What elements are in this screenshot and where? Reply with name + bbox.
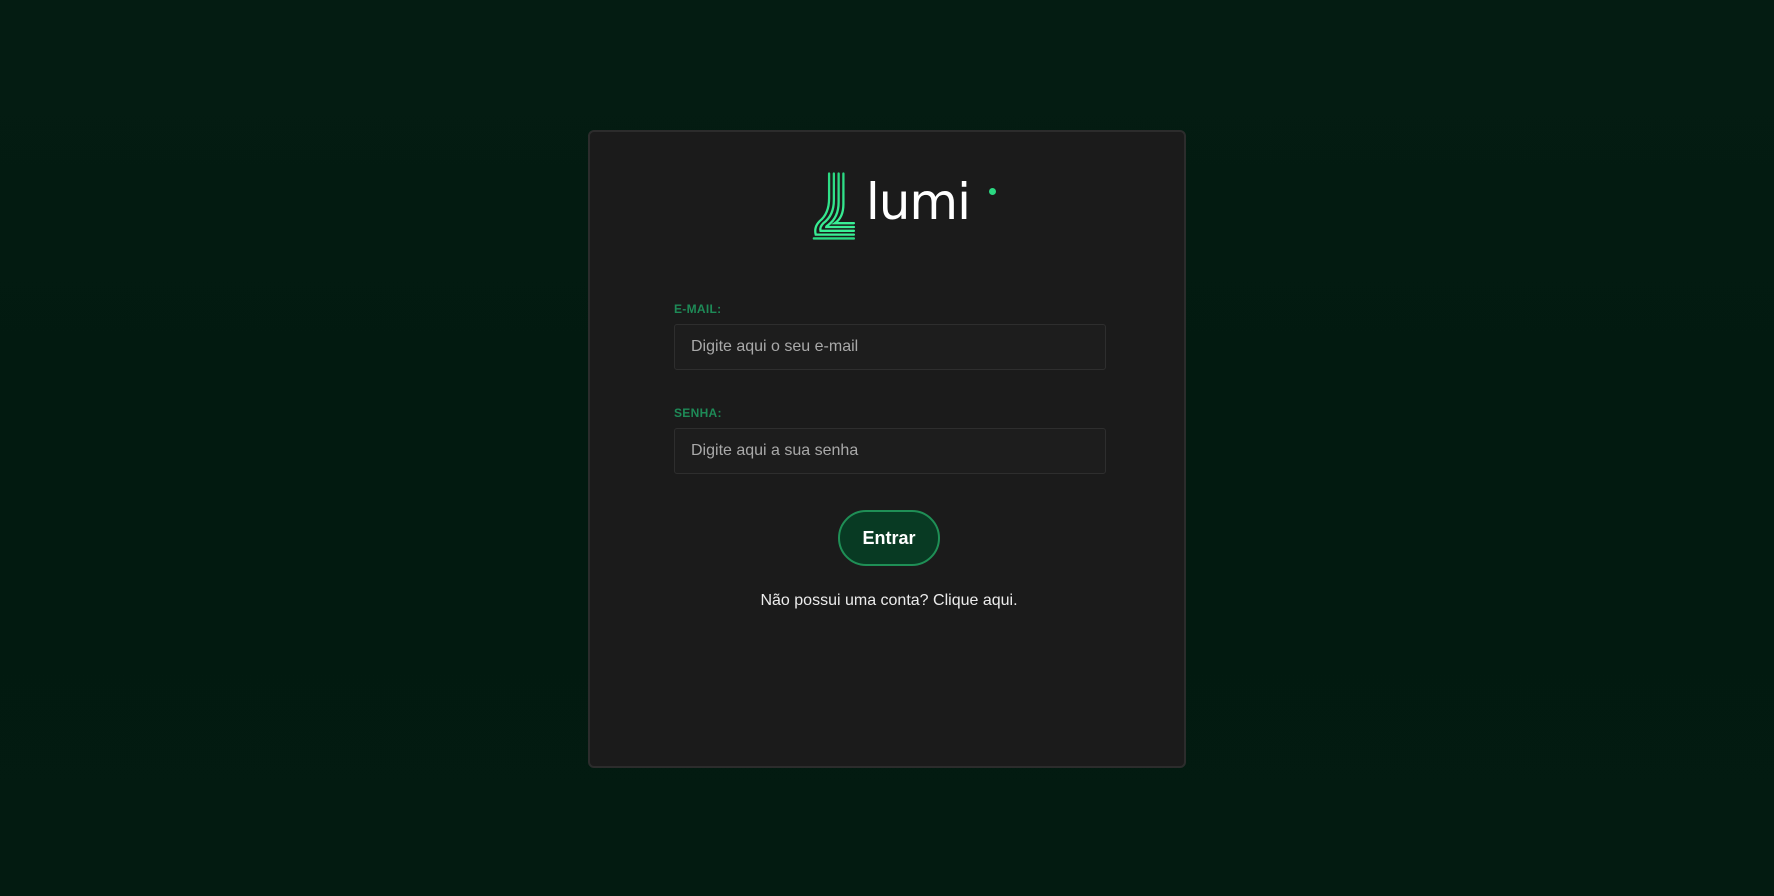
login-card: lumi E-MAIL: SENHA: Entrar Não possui um… — [588, 130, 1186, 768]
submit-row: Entrar — [674, 510, 1104, 566]
password-group: SENHA: — [674, 406, 1106, 474]
email-group: E-MAIL: — [674, 302, 1106, 370]
password-label: SENHA: — [674, 406, 722, 420]
password-input[interactable] — [674, 428, 1106, 474]
login-page: lumi E-MAIL: SENHA: Entrar Não possui um… — [0, 0, 1774, 896]
signup-link[interactable]: Clique aqui. — [933, 592, 1018, 609]
email-label: E-MAIL: — [674, 302, 722, 316]
brand-accent-dot — [989, 188, 996, 195]
login-button[interactable]: Entrar — [838, 510, 940, 566]
brand-logo: lumi — [810, 170, 996, 242]
lumi-stripes-logo-icon — [812, 172, 856, 240]
brand-name: lumi — [865, 173, 971, 231]
signup-prompt-text: Não possui uma conta? — [760, 592, 929, 609]
login-form: E-MAIL: SENHA: Entrar Não possui uma con… — [674, 302, 1106, 610]
signup-prompt: Não possui uma conta? Clique aqui. — [674, 592, 1104, 610]
email-input[interactable] — [674, 324, 1106, 370]
